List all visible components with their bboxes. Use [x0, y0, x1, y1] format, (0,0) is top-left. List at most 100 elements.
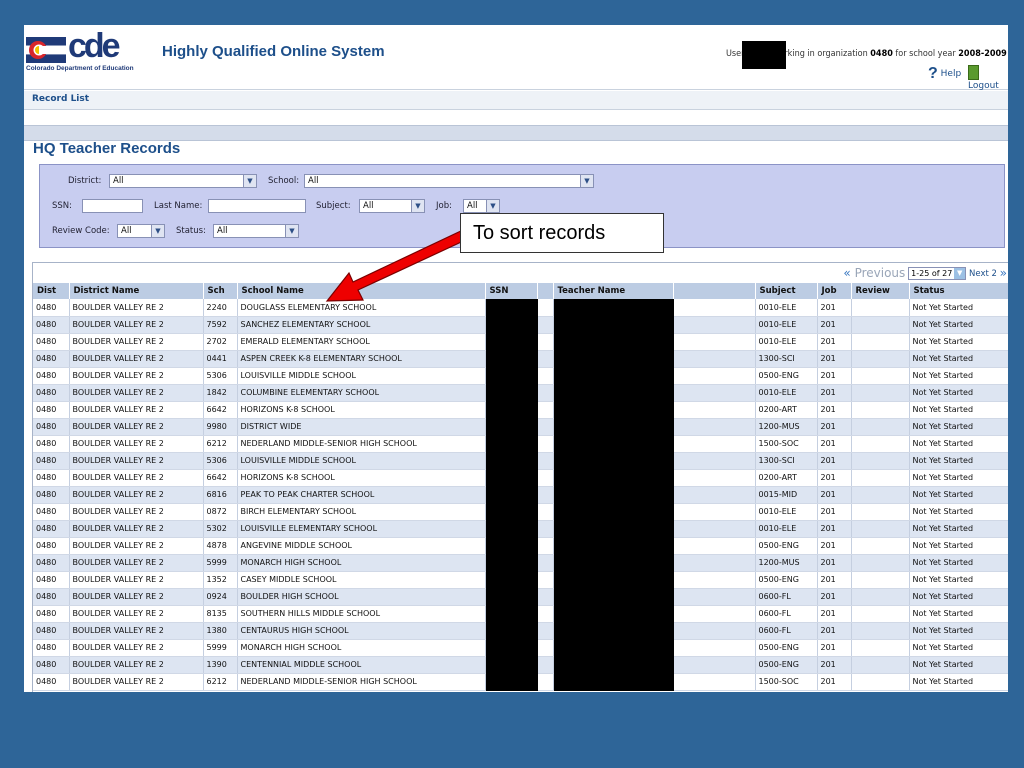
logout-link[interactable]: Logout	[968, 65, 1008, 91]
subject-cell: 0600-FL	[755, 622, 818, 640]
district-name-cell: BOULDER VALLEY RE 2	[69, 418, 204, 436]
dist-cell: 0480	[33, 299, 70, 317]
table-row[interactable]: 0480 BOULDER VALLEY RE 2 1390 CENTENNIAL MI…	[33, 656, 1008, 674]
column-header-dist[interactable]: Dist	[33, 283, 70, 299]
review-cell	[851, 384, 910, 402]
district-value: All	[113, 176, 124, 186]
sch-cell: 1352	[203, 571, 238, 589]
redacted-teacher-name-cell	[553, 656, 674, 674]
table-row[interactable]: 0480 BOULDER VALLEY RE 2 5306 LOUISVILLE MI…	[33, 367, 1008, 385]
spacer-cell	[537, 401, 554, 419]
user-mid: working in organization	[772, 49, 868, 59]
org-name: Colorado Department of Education	[26, 65, 134, 72]
table-row[interactable]: 0480 BOULDER VALLEY RE 2 1352 CASEY MIDDLE …	[33, 571, 1008, 589]
district-name-cell: BOULDER VALLEY RE 2	[69, 435, 204, 453]
help-link[interactable]: ? Help	[928, 65, 961, 83]
review-cell	[851, 673, 910, 691]
table-row[interactable]: 0480 BOULDER VALLEY RE 2 5999 MONARCH HIGH …	[33, 639, 1008, 657]
subject-cell: 0600-FL	[755, 588, 818, 606]
lastname-input[interactable]	[208, 199, 306, 213]
app-window: cde Colorado Department of Education Hig…	[24, 25, 1008, 692]
job-cell: 201	[817, 401, 852, 419]
redacted-ssn-cell	[485, 469, 538, 487]
nav-record-list[interactable]: Record List	[32, 94, 89, 104]
page-range-select[interactable]: 1-25 of 27 ▼	[908, 267, 967, 280]
redacted-teacher-name-cell	[553, 537, 674, 555]
subject-cell: 0010-ELE	[755, 520, 818, 538]
table-row[interactable]: 0480 BOULDER VALLEY RE 2 2702 EMERALD ELEME…	[33, 333, 1008, 351]
nav-bar: Record List	[24, 91, 1008, 110]
next-page-link[interactable]: Next 2 »	[969, 266, 1007, 280]
review-code-value: All	[121, 226, 132, 236]
job-cell: 201	[817, 469, 852, 487]
table-row[interactable]: 0480 BOULDER VALLEY RE 2 0872 BIRCH ELEMENT…	[33, 503, 1008, 521]
subject-cell: 0500-ENG	[755, 537, 818, 555]
table-row[interactable]: 0480 BOULDER VALLEY RE 2 2240 DOUGLASS ELEM…	[33, 299, 1008, 317]
status-cell: Not Yet Started	[909, 639, 1008, 657]
table-row[interactable]: 0480 BOULDER VALLEY RE 2 9980 DISTRICT WIDE…	[33, 418, 1008, 436]
redacted-teacher-name-cell	[553, 503, 674, 521]
redacted-ssn-cell	[485, 452, 538, 470]
job-cell: 201	[817, 486, 852, 504]
review-code-select[interactable]: All ▼	[117, 224, 165, 238]
logout-icon	[968, 65, 979, 80]
review-cell	[851, 588, 910, 606]
spacer-cell	[673, 418, 756, 436]
lastname-label: Last Name:	[154, 201, 203, 211]
column-header-ssn[interactable]: SSN	[485, 283, 538, 299]
status-cell: Not Yet Started	[909, 299, 1008, 317]
table-row[interactable]: 0480 BOULDER VALLEY RE 2 6642 HORIZONS K-8 …	[33, 401, 1008, 419]
column-header-sch[interactable]: Sch	[203, 283, 238, 299]
redacted-ssn-cell	[485, 571, 538, 589]
table-row[interactable]: 0480 BOULDER VALLEY RE 2 0924 BOULDER HIGH …	[33, 588, 1008, 606]
table-row[interactable]: 0480 BOULDER VALLEY RE 2 5306 LOUISVILLE MI…	[33, 452, 1008, 470]
school-name-cell: BOULDER HIGH SCHOOL	[237, 588, 486, 606]
table-row[interactable]: 0480 BOULDER VALLEY RE 2 4878 ANGEVINE MIDD…	[33, 537, 1008, 555]
table-row[interactable]: 0480 BOULDER VALLEY RE 2 6212 NEDERLAND MID…	[33, 435, 1008, 453]
chevron-left-icon: «	[843, 266, 851, 280]
school-name-cell: HORIZONS K-8 SCHOOL	[237, 469, 486, 487]
table-row[interactable]: 0480 BOULDER VALLEY RE 2 6212 NEDERLAND MID…	[33, 673, 1008, 691]
district-name-cell: BOULDER VALLEY RE 2	[69, 673, 204, 691]
spacer-cell	[673, 588, 756, 606]
column-header-subject[interactable]: Subject	[755, 283, 818, 299]
column-header-teacher-name[interactable]: Teacher Name	[553, 283, 674, 299]
subject-value: All	[363, 201, 374, 211]
column-header-review[interactable]: Review	[851, 283, 910, 299]
redacted-ssn-cell	[485, 486, 538, 504]
school-select[interactable]: All ▼	[304, 174, 594, 188]
table-row[interactable]: 0480 BOULDER VALLEY RE 2 0441 ASPEN CREEK K…	[33, 350, 1008, 368]
dist-cell: 0480	[33, 673, 70, 691]
redacted-teacher-name-cell	[553, 418, 674, 436]
table-row[interactable]: 0480 BOULDER VALLEY RE 2 8135 SOUTHERN HILL…	[33, 605, 1008, 623]
table-row[interactable]: 0480 BOULDER VALLEY RE 2 5302 LOUISVILLE EL…	[33, 520, 1008, 538]
subject-cell: 1200-MUS	[755, 554, 818, 572]
district-name-cell: BOULDER VALLEY RE 2	[69, 588, 204, 606]
status-cell: Not Yet Started	[909, 622, 1008, 640]
table-row[interactable]: 0480 BOULDER VALLEY RE 2 1380 CENTAURUS HIG…	[33, 622, 1008, 640]
ssn-input[interactable]	[82, 199, 143, 213]
table-row[interactable]: 0480 BOULDER VALLEY RE 2 6642 HORIZONS K-8 …	[33, 469, 1008, 487]
dist-cell: 0480	[33, 503, 70, 521]
spacer-cell	[537, 367, 554, 385]
job-cell: 201	[817, 435, 852, 453]
review-cell	[851, 350, 910, 368]
cde-logo[interactable]: cde Colorado Department of Education	[26, 27, 156, 83]
table-row[interactable]: 0480 BOULDER VALLEY RE 2 6816 PEAK TO PEAK …	[33, 486, 1008, 504]
status-select[interactable]: All ▼	[213, 224, 299, 238]
column-header-job[interactable]: Job	[817, 283, 852, 299]
job-select[interactable]: All ▼	[463, 199, 500, 213]
district-select[interactable]: All ▼	[109, 174, 257, 188]
table-row[interactable]: 0480 BOULDER VALLEY RE 2 5999 MONARCH HIGH …	[33, 554, 1008, 572]
subject-select[interactable]: All ▼	[359, 199, 425, 213]
status-cell: Not Yet Started	[909, 435, 1008, 453]
redacted-teacher-name-cell	[553, 350, 674, 368]
column-header-status[interactable]: Status	[909, 283, 1008, 299]
table-row[interactable]: 0480 BOULDER VALLEY RE 2 7592 SANCHEZ ELEME…	[33, 316, 1008, 334]
subject-cell: 0500-ENG	[755, 367, 818, 385]
status-cell: Not Yet Started	[909, 333, 1008, 351]
previous-page-link[interactable]: « Previous	[843, 266, 905, 280]
column-header-district-name[interactable]: District Name	[69, 283, 204, 299]
status-cell: Not Yet Started	[909, 401, 1008, 419]
table-row[interactable]: 0480 BOULDER VALLEY RE 2 1842 COLUMBINE ELE…	[33, 384, 1008, 402]
